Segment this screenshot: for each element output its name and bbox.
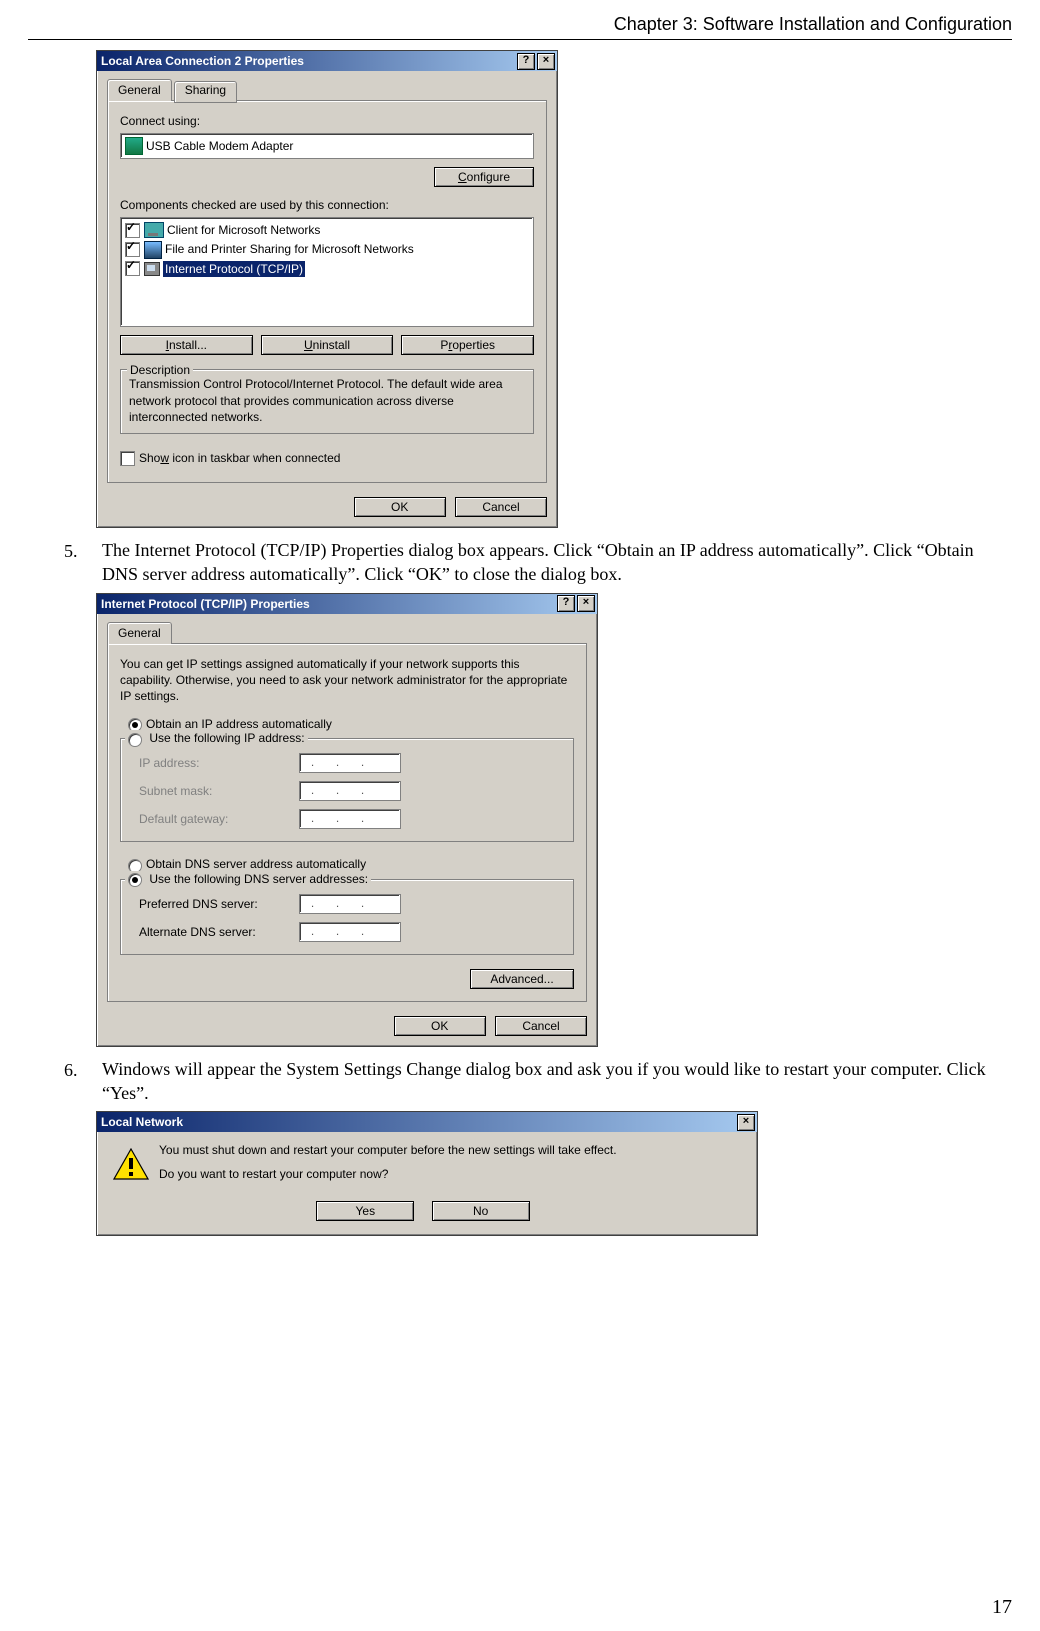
titlebar[interactable]: Local Network × [97, 1112, 757, 1132]
help-icon[interactable]: ? [557, 595, 575, 612]
page-number: 17 [992, 1596, 1012, 1619]
titlebar-text: Local Area Connection 2 Properties [101, 53, 304, 69]
use-dns-group: Use the following DNS server addresses: … [120, 879, 574, 955]
checkbox-icon[interactable] [125, 261, 140, 276]
component-client[interactable]: Client for Microsoft Networks [125, 222, 529, 238]
protocol-icon [144, 262, 160, 276]
yes-button[interactable]: Yes [316, 1201, 414, 1221]
component-fps[interactable]: File and Printer Sharing for Microsoft N… [125, 241, 529, 259]
description-group: Description Transmission Control Protoco… [120, 369, 534, 434]
connect-using-label: Connect using: [120, 113, 534, 129]
help-icon[interactable]: ? [517, 53, 535, 70]
step-number: 5. [58, 538, 102, 587]
dialog-lan-properties: Local Area Connection 2 Properties ? × G… [96, 50, 558, 528]
titlebar-text: Internet Protocol (TCP/IP) Properties [101, 596, 310, 612]
uninstall-button[interactable]: Uninstall [261, 335, 394, 355]
message-line1: You must shut down and restart your comp… [159, 1142, 743, 1158]
properties-button[interactable]: Properties [401, 335, 534, 355]
component-label: Client for Microsoft Networks [167, 222, 320, 238]
show-icon-row[interactable]: Show icon in taskbar when connected [120, 450, 534, 466]
alt-dns-input[interactable]: ... [299, 922, 401, 942]
page-rule [28, 39, 1012, 40]
tabstrip: General [107, 622, 587, 644]
radio-icon[interactable] [128, 733, 142, 747]
description-text: Transmission Control Protocol/Internet P… [129, 376, 525, 425]
checkbox-icon[interactable] [125, 223, 140, 238]
dialog-local-network: Local Network × You must shut down and r… [96, 1111, 758, 1235]
checkbox-icon[interactable] [120, 451, 135, 466]
install-button[interactable]: Install... [120, 335, 253, 355]
share-icon [144, 241, 162, 259]
components-list[interactable]: Client for Microsoft Networks File and P… [120, 217, 534, 327]
subnet-label: Subnet mask: [139, 783, 299, 799]
adapter-name: USB Cable Modem Adapter [146, 138, 293, 154]
gateway-label: Default gateway: [139, 811, 299, 827]
ip-address-label: IP address: [139, 755, 299, 771]
intro-text: You can get IP settings assigned automat… [120, 656, 574, 705]
message-line2: Do you want to restart your computer now… [159, 1166, 743, 1182]
alt-dns-label: Alternate DNS server: [139, 924, 299, 940]
dialog-tcpip-properties: Internet Protocol (TCP/IP) Properties ? … [96, 593, 598, 1047]
step-6: 6. Windows will appear the System Settin… [58, 1057, 1012, 1106]
ok-button[interactable]: OK [394, 1016, 486, 1036]
subnet-input: ... [299, 781, 401, 801]
monitor-icon [144, 222, 164, 238]
step-number: 6. [58, 1057, 102, 1106]
radio-icon[interactable] [128, 873, 142, 887]
tabpanel-general: Connect using: USB Cable Modem Adapter C… [107, 100, 547, 483]
step-text: The Internet Protocol (TCP/IP) Propertie… [102, 538, 1012, 587]
titlebar-text: Local Network [101, 1114, 183, 1130]
component-tcpip[interactable]: Internet Protocol (TCP/IP) [125, 261, 529, 277]
show-icon-label: Show icon in taskbar when connected [139, 450, 340, 466]
cancel-button[interactable]: Cancel [455, 497, 547, 517]
no-button[interactable]: No [432, 1201, 530, 1221]
adapter-field[interactable]: USB Cable Modem Adapter [120, 133, 534, 159]
advanced-button[interactable]: Advanced... [470, 969, 574, 989]
description-legend: Description [127, 362, 193, 378]
warning-icon [113, 1148, 149, 1180]
gateway-input: ... [299, 809, 401, 829]
components-label: Components checked are used by this conn… [120, 197, 534, 213]
close-icon[interactable]: × [577, 595, 595, 612]
use-ip-group: Use the following IP address: IP address… [120, 738, 574, 842]
ok-button[interactable]: OK [354, 497, 446, 517]
titlebar[interactable]: Internet Protocol (TCP/IP) Properties ? … [97, 594, 597, 614]
configure-button[interactable]: Configure [434, 167, 534, 187]
close-icon[interactable]: × [537, 53, 555, 70]
step-text: Windows will appear the System Settings … [102, 1057, 1012, 1106]
titlebar[interactable]: Local Area Connection 2 Properties ? × [97, 51, 557, 71]
component-label: File and Printer Sharing for Microsoft N… [165, 241, 414, 257]
tab-general[interactable]: General [107, 622, 172, 644]
pref-dns-label: Preferred DNS server: [139, 896, 299, 912]
tab-sharing[interactable]: Sharing [174, 81, 237, 103]
close-icon[interactable]: × [737, 1114, 755, 1131]
radio-label[interactable]: Use the following IP address: [149, 731, 304, 745]
ip-address-input: ... [299, 753, 401, 773]
network-adapter-icon [125, 137, 143, 155]
component-label-selected: Internet Protocol (TCP/IP) [163, 261, 305, 277]
step-5: 5. The Internet Protocol (TCP/IP) Proper… [58, 538, 1012, 587]
page-header: Chapter 3: Software Installation and Con… [28, 14, 1012, 35]
cancel-button[interactable]: Cancel [495, 1016, 587, 1036]
checkbox-icon[interactable] [125, 242, 140, 257]
tabstrip: General Sharing [107, 79, 547, 101]
tab-general[interactable]: General [107, 79, 172, 101]
tabpanel-general: You can get IP settings assigned automat… [107, 643, 587, 1002]
pref-dns-input[interactable]: ... [299, 894, 401, 914]
radio-label[interactable]: Use the following DNS server addresses: [149, 872, 368, 886]
